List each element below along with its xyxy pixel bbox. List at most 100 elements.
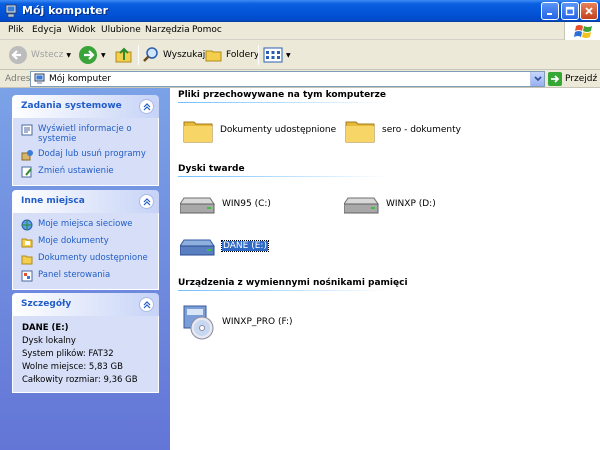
control-panel-icon [21,270,33,282]
details-total-size: Całkowity rozmiar: 9,36 GB [22,375,138,385]
views-icon [263,47,283,63]
search-button[interactable]: Wyszukaj [142,44,205,66]
collapse-icon[interactable] [139,297,154,312]
address-bar: Adres Mój komputer Przejdź [0,70,600,88]
go-button[interactable]: Przejdź [548,71,597,87]
hard-drive-icon [344,197,379,214]
my-documents-icon [21,238,33,248]
add-remove-programs-label: Dodaj lub usuń programy [38,149,146,159]
cd-drive-icon [183,305,214,340]
hard-drive-icon [180,239,215,256]
shared-documents-link[interactable]: Dokumenty udostępnione [21,253,150,265]
address-label: Adres [5,74,31,84]
network-places-link[interactable]: Moje miejsca sieciowe [21,219,150,231]
other-places-body: Moje miejsca sieciowe Moje dokumenty Dok… [12,213,159,290]
forward-button[interactable]: ▼ [78,44,106,66]
folder-label: sero - dokumenty [382,125,461,135]
control-panel-label: Panel sterowania [38,270,111,280]
group-header-hard-drives: Dyski twarde [178,164,245,174]
up-folder-button[interactable] [114,44,134,66]
forward-dropdown-icon[interactable]: ▼ [101,52,106,59]
control-panel-link[interactable]: Panel sterowania [21,270,150,282]
change-settings-icon [21,166,32,178]
minimize-icon [547,13,552,15]
details-body: DANE (E:) Dysk lokalny System plików: FA… [12,316,159,393]
network-places-icon [21,219,33,231]
folder-icon [345,121,375,143]
drive-c[interactable]: WIN95 (C:) [180,192,271,216]
other-places-title: Inne miejsca [21,196,85,206]
system-info-link[interactable]: Wyświetl informacje o systemie [21,124,150,144]
menu-bar: Plik Edycja Widok Ulubione Narzędzia Pom… [0,22,600,40]
folder-icon [183,121,213,143]
details-filesystem: System plików: FAT32 [22,349,114,359]
drive-label: DANE (E:) [221,240,269,252]
details-type: Dysk lokalny [22,336,76,346]
menu-help[interactable]: Pomoc [192,25,222,35]
menu-favorites[interactable]: Ulubione [101,25,141,35]
close-icon [585,7,593,15]
shared-documents-folder[interactable]: Dokumenty udostępnione [182,114,336,146]
menu-file[interactable]: Plik [8,25,24,35]
views-button[interactable]: ▼ [263,44,291,66]
drive-label: WIN95 (C:) [222,199,271,209]
system-tasks-header[interactable]: Zadania systemowe [12,95,159,118]
sero-documents-folder[interactable]: sero - dokumenty [344,114,461,146]
drive-e[interactable]: DANE (E:) [180,234,269,258]
drive-f[interactable]: WINXP_PRO (F:) [182,304,293,340]
back-dropdown-icon[interactable]: ▼ [66,52,71,59]
search-label: Wyszukaj [163,50,206,60]
minimize-button[interactable] [541,2,559,20]
system-info-icon [21,124,33,136]
system-info-label: Wyświetl informacje o systemie [38,124,132,144]
system-tasks-title: Zadania systemowe [21,101,122,111]
maximize-button[interactable] [561,2,579,20]
details-name: DANE (E:) [22,323,69,333]
address-value: Mój komputer [49,74,111,84]
close-button[interactable] [580,2,598,20]
menu-view[interactable]: Widok [68,25,96,35]
folders-button[interactable]: Foldery [205,44,259,66]
address-input[interactable]: Mój komputer [30,71,545,87]
address-dropdown-button[interactable] [530,72,544,86]
other-places-header[interactable]: Inne miejsca [12,190,159,213]
other-places-box: Inne miejsca Moje miejsca sieciowe Moje … [12,190,159,290]
my-computer-icon [5,4,17,18]
search-icon [143,47,158,62]
my-documents-label: Moje dokumenty [38,236,109,246]
back-button[interactable]: Wstecz ▼ [8,44,71,66]
add-remove-programs-link[interactable]: Dodaj lub usuń programy [21,149,150,161]
title-bar[interactable]: Mój komputer [0,0,600,22]
maximize-icon [565,6,575,16]
details-header[interactable]: Szczegóły [12,293,159,316]
add-remove-programs-icon [21,150,33,161]
my-computer-icon [34,73,45,84]
system-tasks-body: Wyświetl informacje o systemie Dodaj lub… [12,118,159,186]
drive-d[interactable]: WINXP (D:) [344,192,436,216]
menu-edit[interactable]: Edycja [32,25,62,35]
details-title: Szczegóły [21,299,72,309]
change-settings-label: Zmień ustawienie [38,166,114,176]
menu-tools[interactable]: Narzędzia [145,25,190,35]
drive-label: WINXP (D:) [386,199,436,209]
details-free-space: Wolne miejsce: 5,83 GB [22,362,123,372]
back-label: Wstecz [31,50,64,60]
network-places-label: Moje miejsca sieciowe [38,219,133,229]
group-header-removable-devices: Urządzenia z wymiennymi nośnikami pamięc… [178,278,408,288]
collapse-icon[interactable] [139,194,154,209]
change-settings-link[interactable]: Zmień ustawienie [21,166,150,178]
system-tasks-box: Zadania systemowe Wyświetl informacje o … [12,95,159,186]
drive-label: WINXP_PRO (F:) [222,317,293,327]
back-arrow-icon [9,46,27,64]
shared-documents-label: Dokumenty udostępnione [38,253,148,263]
go-label: Przejdź [565,74,598,84]
details-box: Szczegóły DANE (E:) Dysk lokalny System … [12,293,159,393]
collapse-icon[interactable] [139,99,154,114]
views-dropdown-icon[interactable]: ▼ [286,52,291,59]
my-documents-link[interactable]: Moje dokumenty [21,236,150,248]
up-folder-icon [115,47,132,63]
window-title: Mój komputer [22,4,108,17]
group-divider [178,290,388,291]
group-divider [178,102,388,103]
windows-flag-icon [574,25,592,38]
